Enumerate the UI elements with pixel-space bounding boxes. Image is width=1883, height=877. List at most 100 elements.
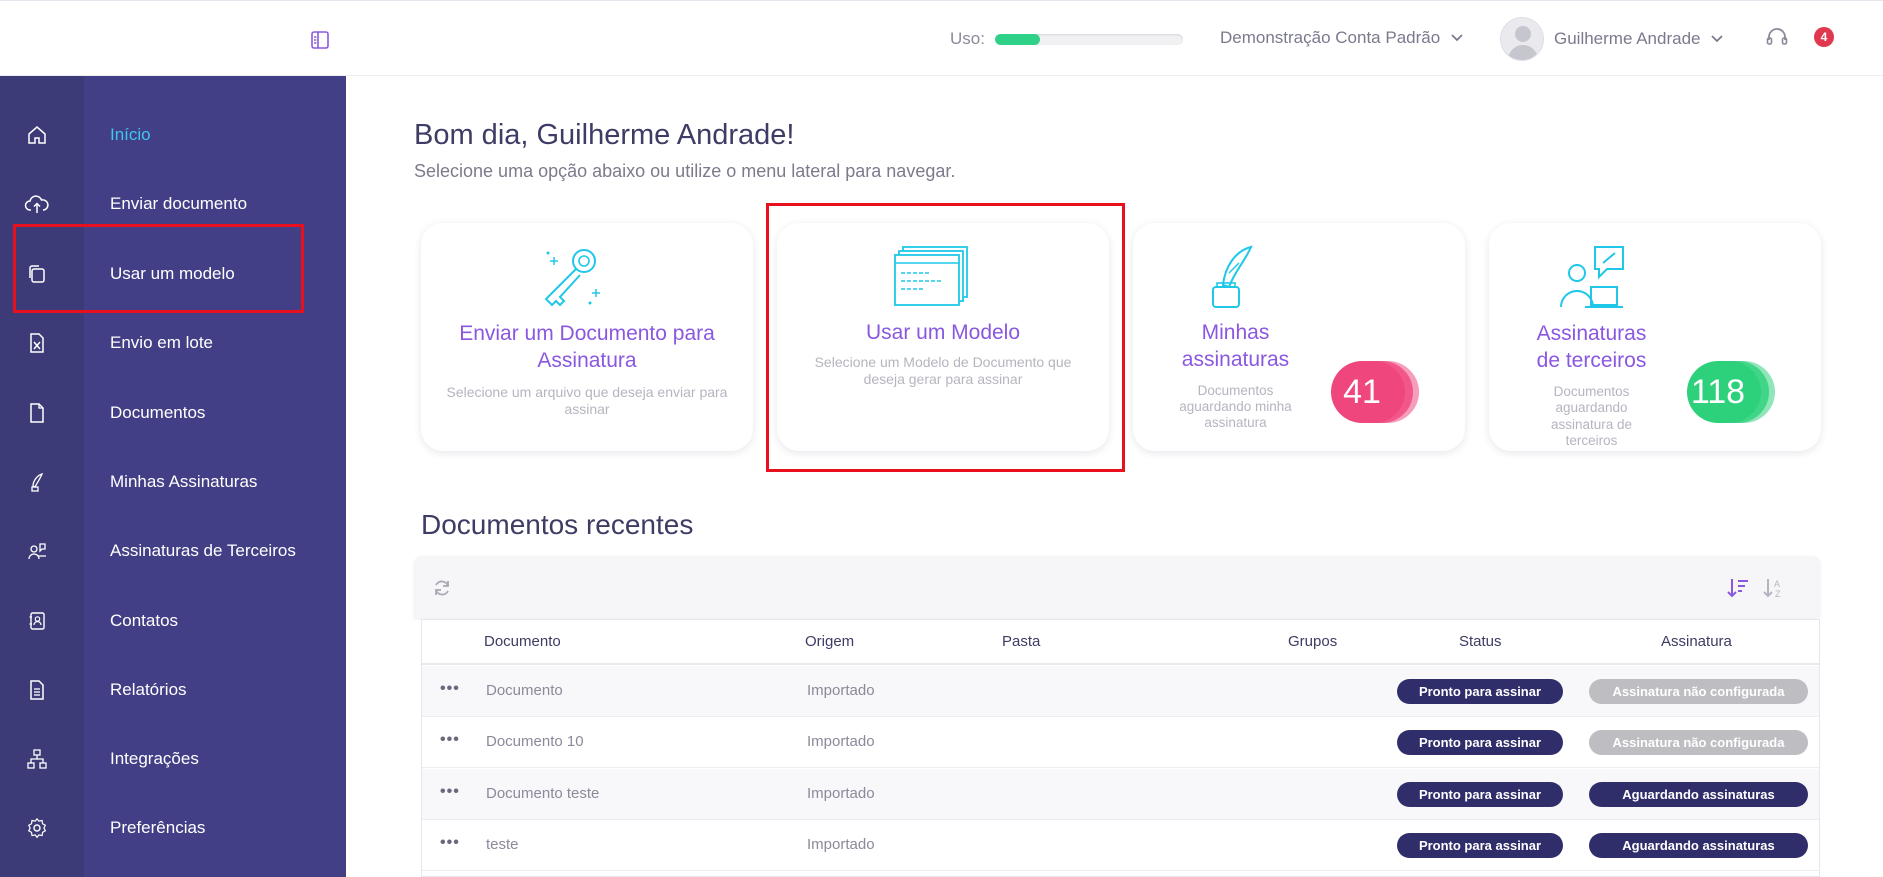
pending-count-badge: 41 xyxy=(1331,361,1405,423)
sidebar-item-inicio[interactable]: Início xyxy=(0,110,346,160)
cell-documento[interactable]: teste xyxy=(486,836,519,853)
highlight-box-card xyxy=(766,203,1125,472)
quill-pen-icon xyxy=(24,469,50,495)
sidebar-item-label: Preferências xyxy=(110,818,206,837)
sidebar-item-documentos[interactable]: Documentos xyxy=(0,388,346,438)
column-header-origem[interactable]: Origem xyxy=(805,633,854,650)
row-actions-icon[interactable]: ••• xyxy=(440,834,460,852)
quill-ink-icon xyxy=(1203,245,1259,316)
headset-icon[interactable] xyxy=(1764,25,1790,51)
cell-origem: Importado xyxy=(807,785,875,802)
person-signing-icon xyxy=(1557,245,1627,316)
sidebar-item-preferencias[interactable]: Preferências xyxy=(0,803,346,853)
card-title: Assinaturas de terceiros xyxy=(1536,322,1647,372)
card-enviar-documento[interactable]: Enviar um Documento para Assinatura Selec… xyxy=(421,223,753,451)
sidebar-toggle-icon[interactable] xyxy=(309,29,331,51)
table-header: Documento Origem Pasta Grupos Status Ass… xyxy=(422,620,1819,665)
status-badge: Pronto para assinar xyxy=(1397,833,1563,858)
signature-badge: Assinatura não configurada xyxy=(1589,679,1808,704)
status-badge: Pronto para assinar xyxy=(1397,730,1563,755)
recent-documents-title: Documentos recentes xyxy=(421,509,694,540)
highlight-box-sidebar xyxy=(13,224,304,313)
sidebar-item-label: Relatórios xyxy=(110,680,187,699)
refresh-icon[interactable] xyxy=(432,578,452,603)
svg-text:Z: Z xyxy=(1775,589,1781,599)
column-header-assinatura[interactable]: Assinatura xyxy=(1661,633,1732,650)
cell-documento[interactable]: Documento 10 xyxy=(486,733,584,750)
avatar xyxy=(1500,17,1544,61)
key-icon xyxy=(540,245,606,316)
table-row[interactable]: ••• teste Importado Pronto para assinar … xyxy=(422,820,1819,871)
svg-text:A: A xyxy=(1774,579,1780,589)
table-toolbar: AZ xyxy=(414,556,1820,618)
sidebar-item-label: Início xyxy=(110,125,151,144)
network-icon xyxy=(24,746,50,772)
sidebar-item-contatos[interactable]: Contatos xyxy=(0,596,346,646)
usage-label: Uso: xyxy=(950,29,985,48)
row-actions-icon[interactable]: ••• xyxy=(440,731,460,749)
card-description: Documentos aguardando minha assinatura xyxy=(1179,383,1292,431)
sidebar-item-label: Documentos xyxy=(110,403,206,422)
account-selector[interactable]: Demonstração Conta Padrão xyxy=(1220,28,1464,48)
cloud-upload-icon xyxy=(24,191,50,217)
column-header-grupos[interactable]: Grupos xyxy=(1288,633,1337,650)
signature-badge: Assinatura não configurada xyxy=(1589,730,1808,755)
card-title: Minhas assinaturas xyxy=(1181,321,1290,371)
card-description: Selecione um arquivo que deseja enviar p… xyxy=(446,384,728,417)
sort-alphabetical-icon[interactable]: AZ xyxy=(1762,576,1786,605)
report-icon xyxy=(24,677,50,703)
signature-badge: Aguardando assinaturas xyxy=(1589,782,1808,807)
usage-bar-fill xyxy=(994,33,1041,45)
document-icon xyxy=(24,400,50,426)
sidebar-item-minhas-assinaturas[interactable]: Minhas Assinaturas xyxy=(0,457,346,507)
third-party-signature-icon xyxy=(24,538,50,564)
page-subtitle: Selecione uma opção abaixo ou utilize o … xyxy=(414,161,956,181)
table-row[interactable]: ••• Documento teste Importado Pronto par… xyxy=(422,769,1819,820)
sidebar-item-label: Contatos xyxy=(110,611,179,630)
page-greeting: Bom dia, Guilherme Andrade! xyxy=(414,119,795,151)
spreadsheet-file-icon xyxy=(24,330,50,356)
sort-descending-icon[interactable] xyxy=(1726,576,1750,605)
card-assinaturas-terceiros[interactable]: Assinaturas de terceiros Documentos aguard… xyxy=(1489,223,1821,451)
chevron-down-icon xyxy=(1451,34,1463,42)
notification-badge[interactable]: 4 xyxy=(1814,27,1834,47)
gear-icon xyxy=(24,815,50,841)
sidebar-item-label: Envio em lote xyxy=(110,333,213,352)
cell-documento[interactable]: Documento xyxy=(486,682,563,699)
chevron-down-icon xyxy=(1711,35,1724,43)
cell-origem: Importado xyxy=(807,682,875,699)
usage-bar xyxy=(994,33,1183,45)
column-header-pasta[interactable]: Pasta xyxy=(1002,633,1040,650)
pending-count-badge: 118 xyxy=(1687,361,1761,423)
sidebar-item-enviar-documento[interactable]: Enviar documento xyxy=(0,179,346,229)
table-row[interactable]: ••• Documento 10 Importado Pronto para a… xyxy=(422,717,1819,768)
sidebar-item-relatorios[interactable]: Relatórios xyxy=(0,665,346,715)
home-icon xyxy=(24,122,50,148)
user-name: Guilherme Andrade xyxy=(1554,29,1701,48)
sidebar-item-label: Minhas Assinaturas xyxy=(110,472,258,491)
cell-origem: Importado xyxy=(807,836,875,853)
cell-documento[interactable]: Documento teste xyxy=(486,785,599,802)
card-minhas-assinaturas[interactable]: Minhas assinaturas Documentos aguardando m… xyxy=(1133,223,1465,451)
contact-book-icon xyxy=(24,608,50,634)
card-title: Enviar um Documento para Assinatura xyxy=(459,322,715,372)
status-badge: Pronto para assinar xyxy=(1397,782,1563,807)
column-header-status[interactable]: Status xyxy=(1459,633,1502,650)
top-bar: Uso: Demonstração Conta Padrão Guilherme… xyxy=(0,0,1883,76)
sidebar-item-assinaturas-de-terceiros[interactable]: Assinaturas de Terceiros xyxy=(0,526,346,576)
sidebar-item-integracoes[interactable]: Integrações xyxy=(0,734,346,784)
usage-meter: Uso: xyxy=(950,29,1183,49)
account-name: Demonstração Conta Padrão xyxy=(1220,28,1441,47)
sidebar-item-label: Assinaturas de Terceiros xyxy=(110,541,296,560)
user-menu[interactable]: Guilherme Andrade xyxy=(1500,17,1724,61)
row-actions-icon[interactable]: ••• xyxy=(440,783,460,801)
signature-badge: Aguardando assinaturas xyxy=(1589,833,1808,858)
row-actions-icon[interactable]: ••• xyxy=(440,680,460,698)
sidebar-item-envio-em-lote[interactable]: Envio em lote xyxy=(0,318,346,368)
sidebar-item-label: Enviar documento xyxy=(110,194,248,213)
sidebar-item-label: Integrações xyxy=(110,749,199,768)
table-row[interactable]: ••• Documento Importado Pronto para assi… xyxy=(422,666,1819,717)
column-header-documento[interactable]: Documento xyxy=(484,633,561,650)
card-description: Documentos aguardando assinatura de terceir… xyxy=(1550,384,1633,449)
cell-origem: Importado xyxy=(807,733,875,750)
